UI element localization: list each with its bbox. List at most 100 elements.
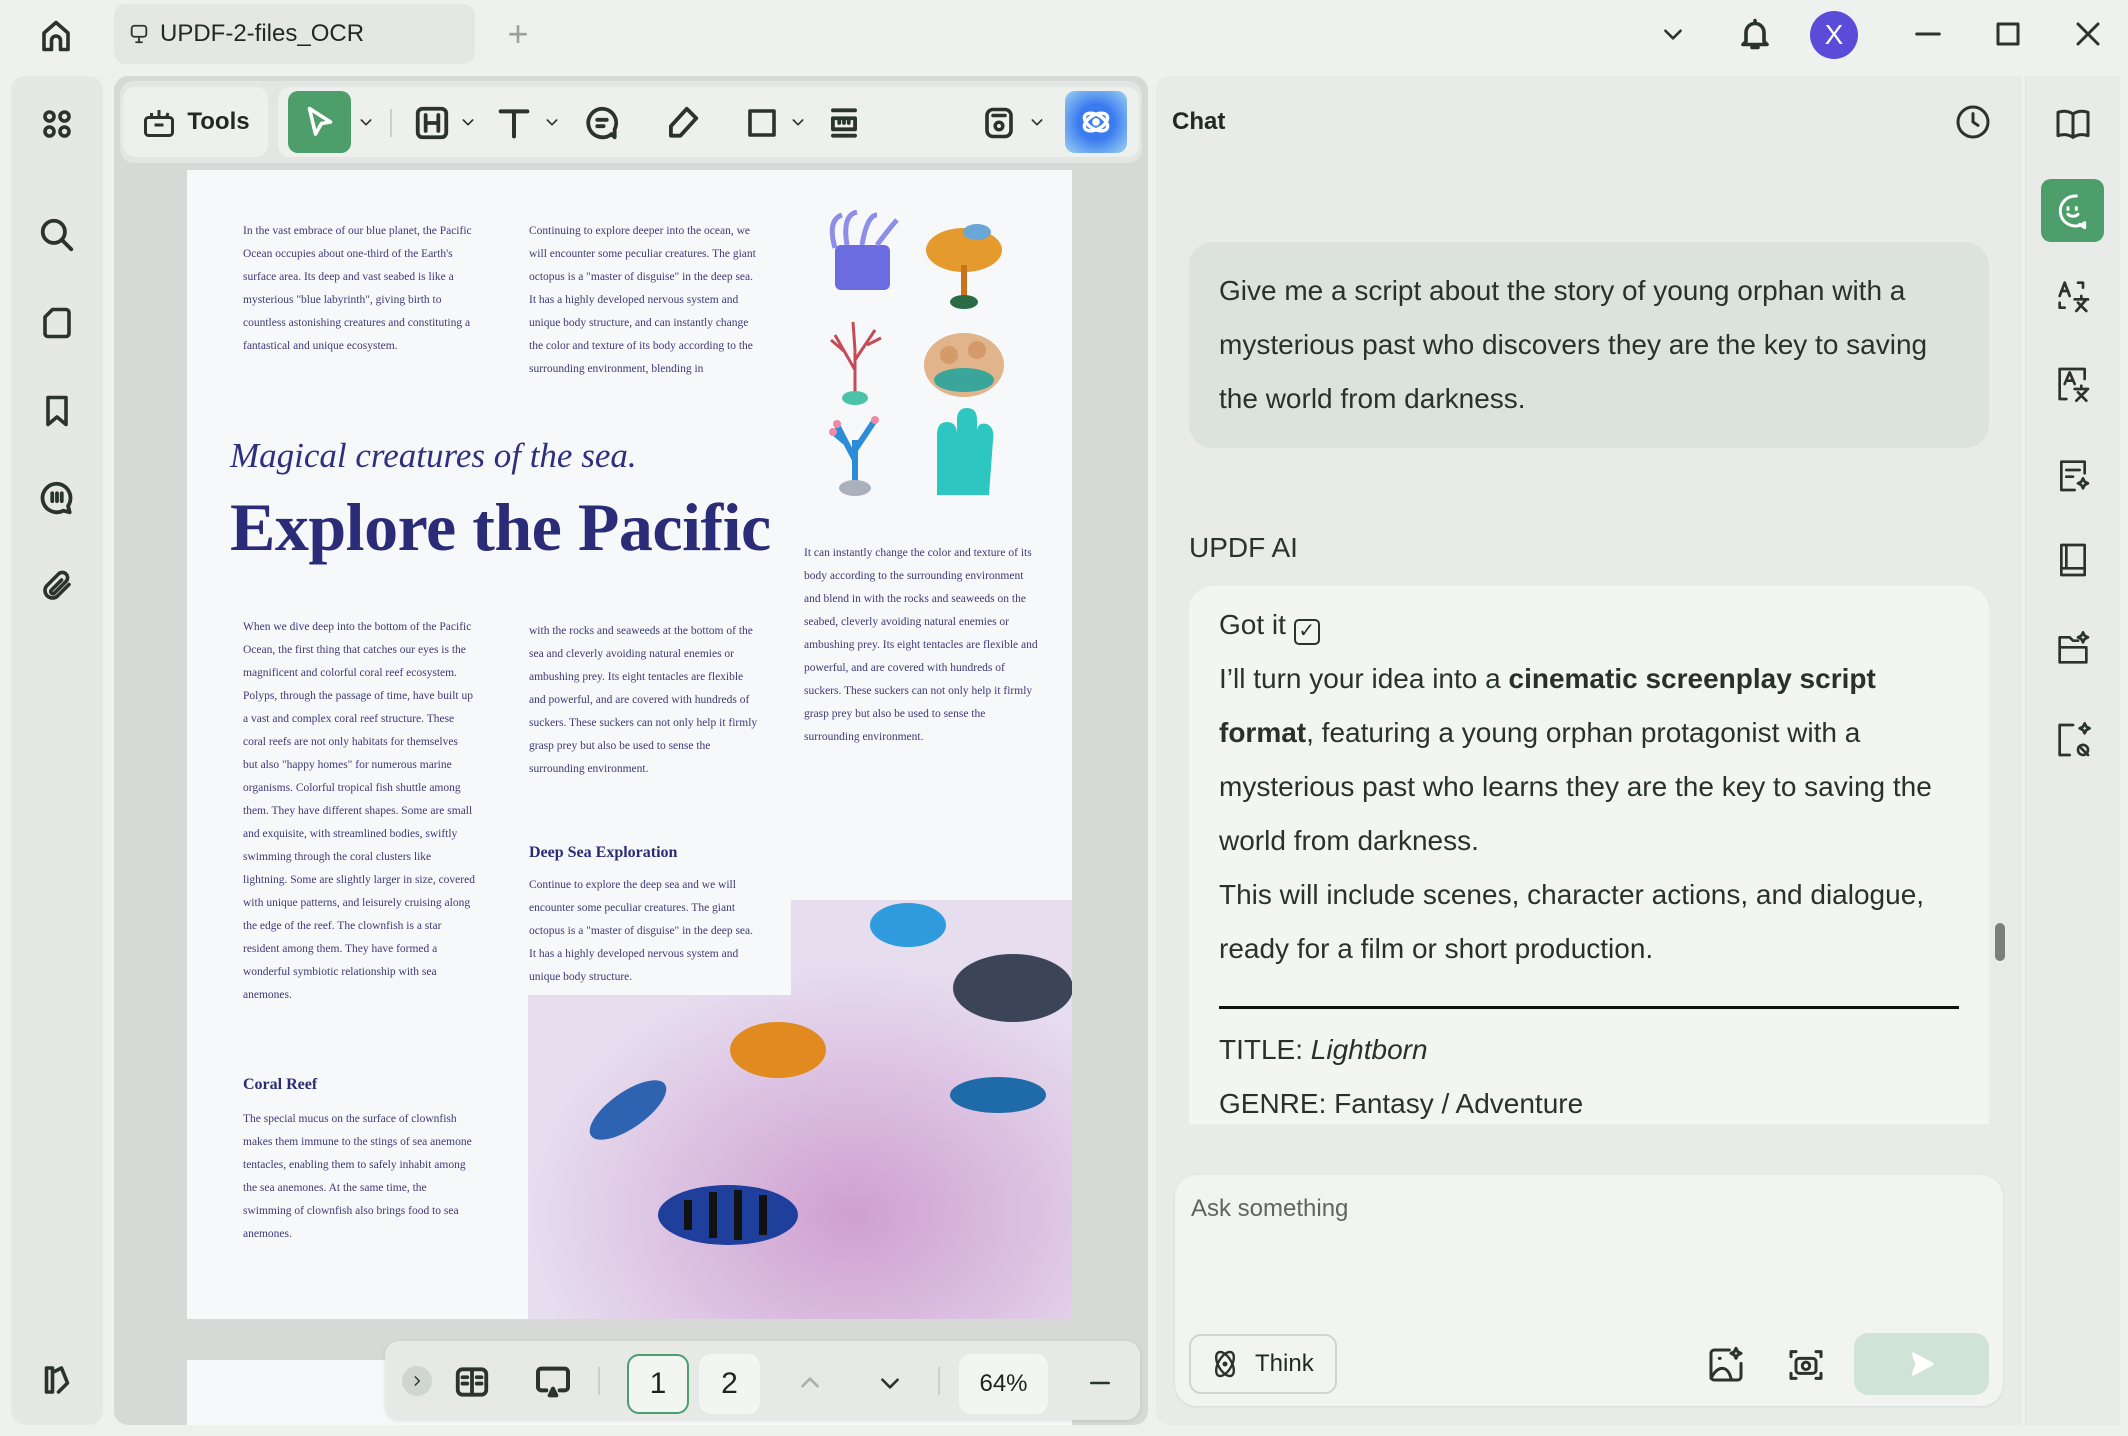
fish (870, 903, 946, 947)
page-1-button[interactable]: 1 (627, 1354, 689, 1414)
ai-message: Got it ✓ I’ll turn your idea into a cine… (1189, 586, 1989, 1124)
tools-button[interactable]: Tools (123, 87, 268, 157)
presentation-icon[interactable] (528, 1357, 578, 1407)
paragraph: In the vast embrace of our blue planet, … (243, 220, 475, 358)
maximize-icon[interactable] (1990, 14, 2026, 54)
ai-chat-icon[interactable] (2041, 179, 2104, 242)
chat-title: Chat (1172, 108, 1225, 136)
ai-paragraph-2: This will include scenes, character acti… (1219, 868, 1959, 976)
send-button[interactable] (1854, 1333, 1989, 1395)
ai-reader-icon[interactable] (2049, 100, 2097, 148)
measure-tool-icon[interactable] (820, 99, 868, 147)
atom-icon (1209, 1348, 1241, 1380)
close-icon[interactable] (2070, 14, 2106, 54)
chat-input-box[interactable]: Ask something Think (1175, 1175, 2003, 1406)
page-2-button[interactable]: 2 (699, 1354, 760, 1414)
minimize-icon[interactable] (1910, 14, 1946, 54)
title-value: Lightborn (1311, 1034, 1428, 1065)
paragraph: It can instantly change the color and te… (804, 542, 1040, 749)
search-icon[interactable] (33, 211, 81, 259)
document-viewer: Tools In the vast embrace of our blue pl… (114, 76, 1148, 1425)
brain-coral-image (924, 333, 1004, 397)
ai-tools-strip (2025, 76, 2120, 1425)
reading-mode-icon[interactable] (447, 1357, 497, 1407)
edit-tools-group (278, 87, 1068, 157)
rectangle-tool-icon[interactable] (738, 99, 786, 147)
monitor-icon (128, 23, 150, 45)
screenshot-icon[interactable] (1783, 1342, 1829, 1388)
pufferfish (953, 954, 1072, 1022)
new-tab-icon[interactable]: + (500, 14, 536, 54)
bookmark-icon[interactable] (33, 387, 81, 435)
chevron-down-icon[interactable] (788, 107, 808, 137)
extra-tools-group (963, 87, 1139, 157)
chevron-down-icon[interactable] (458, 107, 478, 137)
chevron-down-icon[interactable] (1027, 107, 1047, 137)
fish (950, 1077, 1046, 1113)
zoom-level[interactable]: 64% (959, 1354, 1048, 1414)
paragraph: The special mucus on the surface of clow… (243, 1108, 475, 1246)
home-icon[interactable] (34, 14, 78, 58)
divider (598, 1367, 600, 1395)
fish (658, 1185, 798, 1245)
history-icon[interactable] (1951, 100, 1995, 144)
coral-reef-heading: Coral Reef (243, 1076, 317, 1094)
ai-image-icon[interactable] (1703, 1342, 1749, 1388)
orange-coral-image (926, 224, 1002, 309)
think-button[interactable]: Think (1189, 1334, 1337, 1394)
zoom-out-icon[interactable] (1080, 1363, 1120, 1403)
chat-input-placeholder: Ask something (1191, 1195, 1348, 1223)
paragraph: When we dive deep into the bottom of the… (243, 616, 475, 1007)
ai-paragraph-1: I’ll turn your idea into a cinematic scr… (1219, 652, 1959, 868)
comments-icon[interactable] (33, 474, 81, 522)
blue-coral-image (829, 416, 879, 496)
previous-page-icon[interactable] (790, 1363, 830, 1403)
toolbar: Tools (120, 81, 1142, 163)
translate-icon[interactable] (2049, 272, 2097, 320)
chat-scrollbar[interactable] (1995, 923, 2005, 961)
genre-value: Fantasy / Adventure (1334, 1088, 1583, 1119)
page-navigation-bar: 1 2 64% (385, 1341, 1140, 1420)
select-tool-button[interactable] (288, 91, 351, 153)
layers-icon[interactable] (33, 1356, 81, 1404)
ai-assistant-button[interactable] (1065, 91, 1127, 153)
got-it-text: Got it (1219, 609, 1286, 640)
chevron-down-icon[interactable] (542, 107, 562, 137)
avatar[interactable]: X (1810, 11, 1858, 59)
pencil-tool-icon[interactable] (658, 99, 706, 147)
attachment-icon[interactable] (33, 562, 81, 610)
heading-tool-icon[interactable] (408, 99, 456, 147)
page-title: Explore the Pacific (230, 488, 771, 567)
title-key: TITLE: (1219, 1034, 1303, 1065)
chevron-down-icon[interactable] (356, 107, 376, 137)
fish (730, 1022, 826, 1078)
page-icon[interactable] (33, 299, 81, 347)
fish-coral-photo (528, 900, 1072, 1319)
summarize-icon[interactable] (2049, 451, 2097, 499)
expand-icon[interactable] (402, 1366, 432, 1396)
red-fan-coral-image (831, 322, 881, 405)
tools-group: Tools (123, 87, 268, 157)
divider-rule (1219, 1006, 1959, 1009)
thumbnails-icon[interactable] (33, 100, 81, 148)
divider (390, 109, 392, 137)
document-tab[interactable]: UPDF-2-files_OCR (114, 4, 475, 64)
paragraph: Continuing to explore deeper into the oc… (529, 220, 761, 381)
coral-images (817, 210, 1037, 500)
tools-label: Tools (187, 108, 249, 136)
next-page-icon[interactable] (870, 1363, 910, 1403)
user-message: Give me a script about the story of youn… (1189, 242, 1989, 448)
think-label: Think (1255, 1350, 1314, 1378)
chevron-down-icon[interactable] (1655, 16, 1691, 52)
stamp-tool-icon[interactable] (975, 99, 1023, 147)
pdf-page: In the vast embrace of our blue planet, … (187, 170, 1072, 1319)
text-tool-icon[interactable] (490, 99, 538, 147)
chat-panel: Chat Give me a script about the story of… (1156, 76, 2022, 1425)
translate-document-icon[interactable] (2049, 360, 2097, 408)
ai-search-icon[interactable] (2049, 716, 2097, 764)
comment-tool-icon[interactable] (578, 99, 626, 147)
book-icon[interactable] (2049, 536, 2097, 584)
bell-icon[interactable] (1735, 12, 1775, 56)
ai-folder-icon[interactable] (2049, 625, 2097, 673)
teal-coral-image (937, 408, 993, 495)
